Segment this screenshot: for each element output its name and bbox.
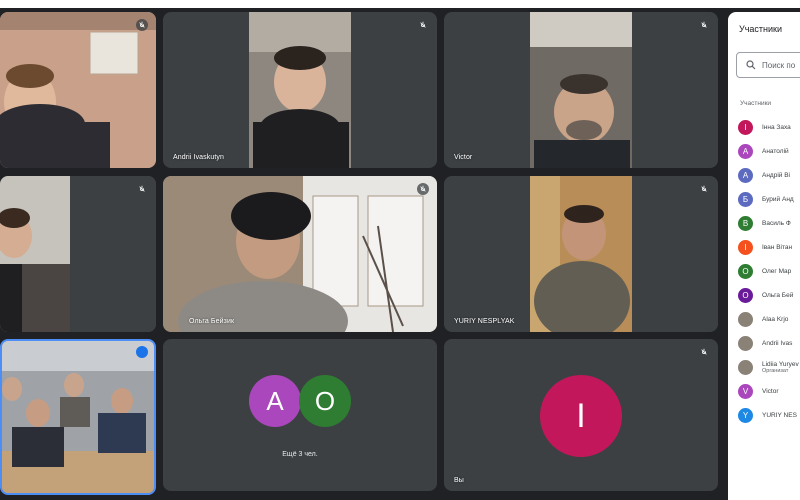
participant-name: Victor: [762, 387, 779, 395]
participant-video-4: [0, 176, 156, 332]
panel-title: Участники: [739, 24, 782, 34]
search-input[interactable]: Поиск по: [736, 52, 800, 78]
self-name: Вы: [454, 477, 464, 484]
participant-avatar: [738, 359, 753, 375]
participant-video-7: [2, 341, 154, 493]
participant-role: Организат: [762, 367, 789, 374]
mic-off-icon: [417, 19, 429, 31]
participant-video-5: [163, 176, 437, 332]
mic-off-icon: [698, 19, 710, 31]
participant-name: Анатолій: [762, 147, 789, 155]
mic-off-icon: [698, 183, 710, 195]
mic-off-icon: [136, 19, 148, 31]
participant-item[interactable]: А Анатолій: [738, 139, 800, 163]
self-tile[interactable]: І Вы: [444, 339, 718, 491]
pin-icon[interactable]: [136, 346, 148, 358]
video-tile-6[interactable]: YURIY NESPLYAK: [444, 176, 718, 332]
participant-name: Іван Вітан: [762, 243, 793, 251]
participant-video-2: [249, 12, 351, 168]
participant-avatar: [738, 311, 753, 327]
participant-item[interactable]: О Ольга Бей: [738, 283, 800, 307]
participant-item[interactable]: Lidiia Yuryev Организат: [738, 355, 800, 379]
participant-name: Бурий Анд: [762, 195, 794, 203]
search-placeholder: Поиск по: [762, 60, 796, 70]
video-tile-1[interactable]: [0, 12, 156, 168]
video-tile-2[interactable]: Andrii Ivaskutyn: [163, 12, 437, 168]
window-top-strip: [0, 0, 800, 8]
participant-name: Andrii Ivas: [762, 339, 793, 347]
participant-item[interactable]: І Інна Заха: [738, 115, 800, 139]
participant-item[interactable]: V Victor: [738, 379, 800, 403]
mic-off-icon: [136, 183, 148, 195]
video-tile-7[interactable]: [0, 339, 156, 495]
video-tile-3[interactable]: Victor: [444, 12, 718, 168]
avatar-o: О: [299, 375, 351, 427]
avatar-i: І: [540, 375, 622, 457]
participant-name: Андрій Ві: [762, 171, 790, 179]
participant-name: YURIY NES: [762, 411, 797, 419]
participant-list: І Інна Заха А Анатолій А Андрій Ві Б Бурий Анд В…: [738, 115, 800, 427]
participant-name: Andrii Ivaskutyn: [173, 154, 225, 161]
participant-item[interactable]: І Іван Вітан: [738, 235, 800, 259]
participant-item[interactable]: Alaa Krjo: [738, 307, 800, 331]
participant-item[interactable]: О Олег Мар: [738, 259, 800, 283]
participants-panel: Участники Поиск по Участники І Інна Заха А…: [728, 12, 800, 500]
participant-avatar: А: [738, 143, 753, 159]
participant-avatar: Y: [738, 407, 753, 423]
avatar-a: А: [249, 375, 301, 427]
participant-name: Ольга Бей: [762, 291, 794, 299]
participant-name: Alaa Krjo: [762, 315, 789, 323]
video-tile-4[interactable]: [0, 176, 156, 332]
participant-avatar: Б: [738, 191, 753, 207]
participant-name: Victor: [454, 154, 473, 161]
participant-item[interactable]: А Андрій Ві: [738, 163, 800, 187]
mic-off-icon: [417, 183, 429, 195]
participant-avatar: А: [738, 167, 753, 183]
panel-section-label: Участники: [740, 100, 772, 107]
participant-avatar: V: [738, 383, 753, 399]
participant-avatar: [738, 335, 753, 351]
participant-name: Василь Ф: [762, 219, 791, 227]
participant-item[interactable]: Б Бурий Анд: [738, 187, 800, 211]
participant-avatar: І: [738, 239, 753, 255]
participant-video-6: [530, 176, 632, 332]
participant-name: Lidiia Yuryev: [762, 360, 799, 368]
participant-name: YURIY NESPLYAK: [454, 318, 515, 325]
more-participants-tile[interactable]: А О Ещё 3 чел.: [163, 339, 437, 491]
mic-off-icon: [698, 346, 710, 358]
participant-video-3: [530, 12, 632, 168]
more-participants-label: Ещё 3 чел.: [282, 451, 318, 458]
participant-avatar: В: [738, 215, 753, 231]
participant-item[interactable]: Y YURIY NES: [738, 403, 800, 427]
search-icon: [746, 60, 756, 70]
participant-name: Інна Заха: [762, 123, 791, 131]
participant-avatar: О: [738, 287, 753, 303]
participant-name: Олег Мар: [762, 267, 792, 275]
participant-item[interactable]: Andrii Ivas: [738, 331, 800, 355]
video-tile-5[interactable]: Ольга Бейзик: [163, 176, 437, 332]
participant-avatar: О: [738, 263, 753, 279]
participant-name: Ольга Бейзик: [189, 318, 235, 325]
participant-avatar: І: [738, 119, 753, 135]
participant-video-1: [0, 12, 156, 168]
participant-item[interactable]: В Василь Ф: [738, 211, 800, 235]
